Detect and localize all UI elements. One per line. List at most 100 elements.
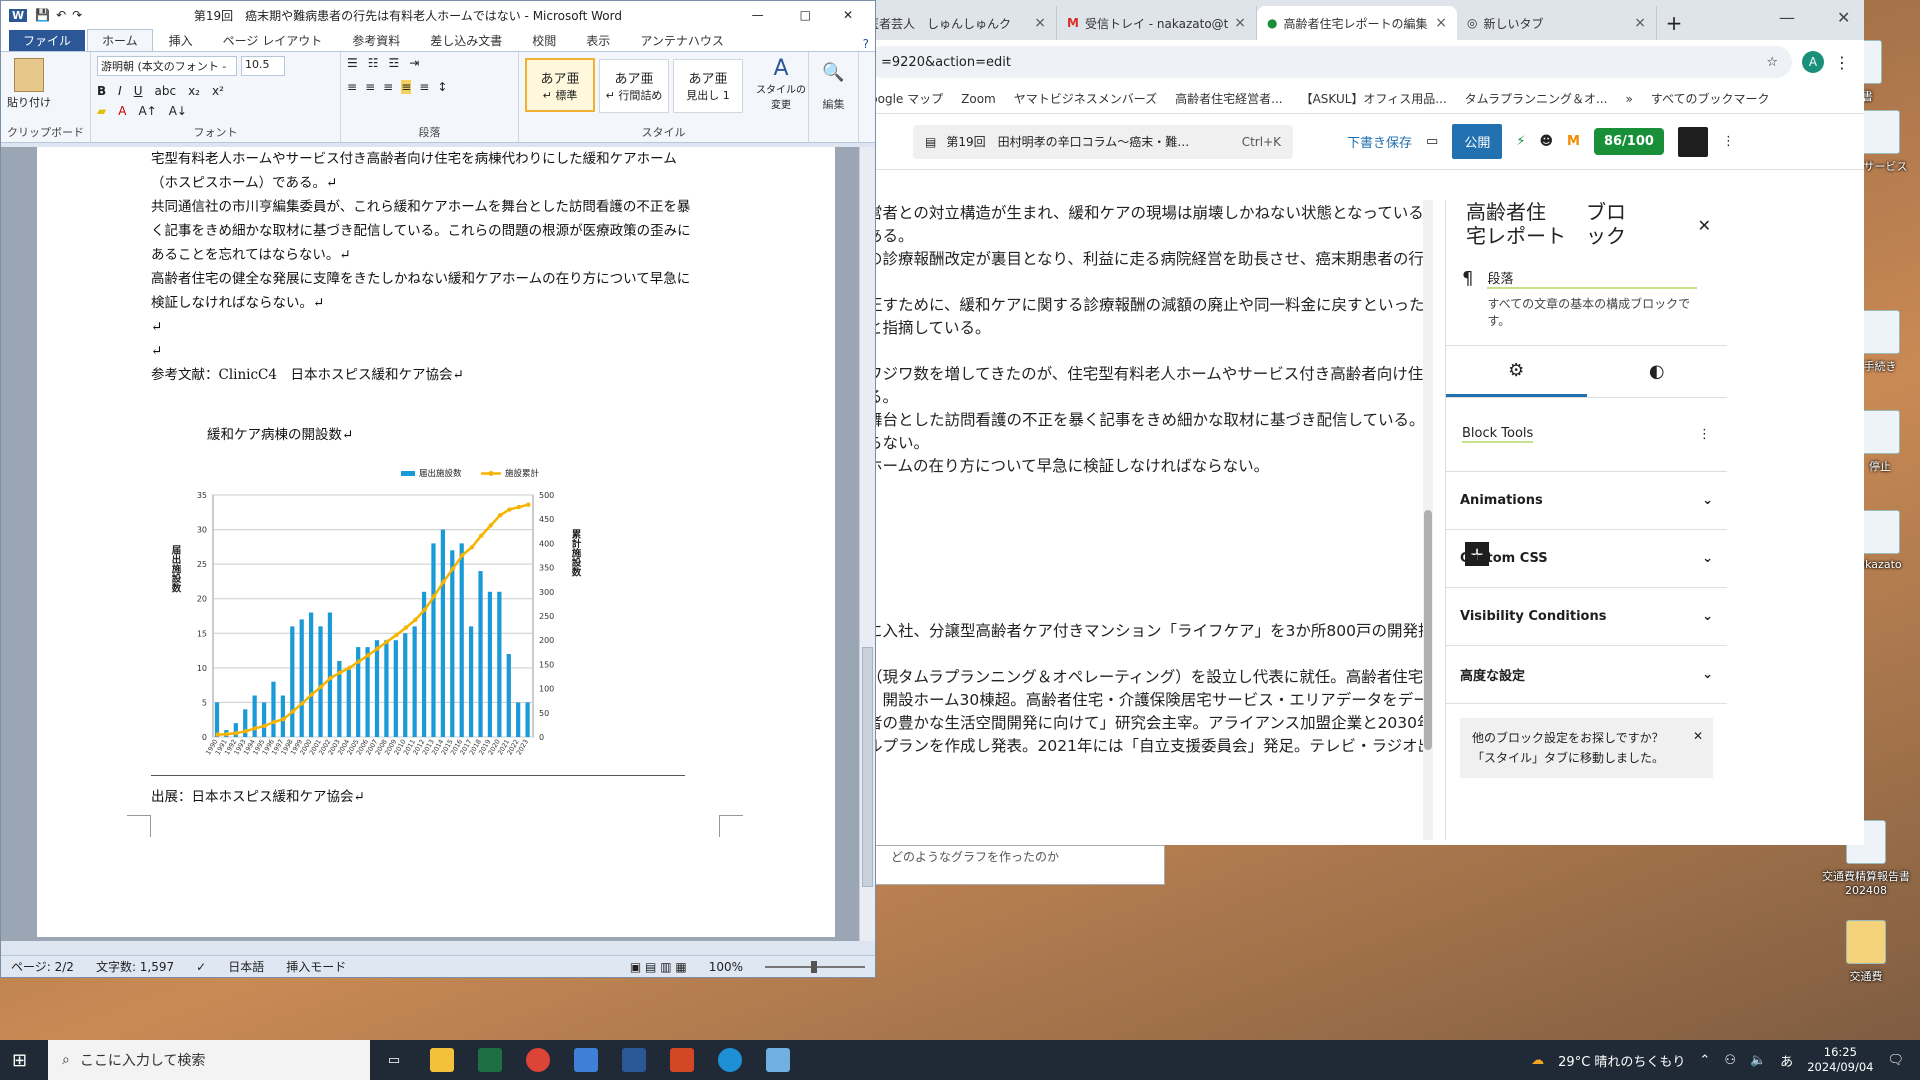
zoom-slider[interactable] bbox=[765, 960, 865, 973]
grow-font-icon[interactable]: A↑ bbox=[138, 104, 156, 118]
text-line[interactable]: と指摘している。 bbox=[867, 317, 1433, 340]
font-size-select[interactable]: 10.5 bbox=[241, 56, 285, 76]
multilevel-list-icon[interactable]: ☲ bbox=[389, 56, 400, 70]
bold-button[interactable]: B bbox=[97, 84, 106, 98]
plugin-m-icon[interactable]: M bbox=[1567, 134, 1580, 149]
edge-icon[interactable] bbox=[706, 1040, 754, 1080]
text-line[interactable]: あることを忘れてはならない。↵ bbox=[151, 243, 751, 267]
indent-icon[interactable]: ⇥ bbox=[409, 56, 419, 70]
close-icon[interactable]: ✕ bbox=[1698, 214, 1711, 238]
close-icon[interactable]: × bbox=[1634, 15, 1646, 31]
text-line[interactable]: 参考文献：ClinicC4 日本ホスピス緩和ケア協会↵ bbox=[151, 363, 751, 387]
text-line[interactable]: ホームの在り方について早急に検証しなければならない。 bbox=[867, 455, 1433, 478]
text-line[interactable]: （現タムラプランニング＆オペレーティング）を設立し代表に就任。高齢者住宅開 bbox=[867, 666, 1433, 689]
insert-mode[interactable]: 挿入モード bbox=[286, 958, 346, 975]
star-icon[interactable]: ☆ bbox=[1766, 55, 1778, 70]
text-line[interactable]: 宅型有料老人ホームやサービス付き高齢者向け住宅を病棟代わりにした緩和ケアホーム bbox=[151, 147, 751, 171]
text-line[interactable]: 者の豊かな生活空間開発に向けて」研究会主宰。アライアンス加盟企業と2030年の bbox=[867, 712, 1433, 735]
close-icon[interactable]: × bbox=[1435, 15, 1447, 31]
text-line[interactable]: ↵ bbox=[151, 315, 751, 339]
tab-references[interactable]: 参考資料 bbox=[338, 30, 414, 51]
tab-view[interactable]: 表示 bbox=[572, 30, 624, 51]
weather[interactable]: 29°C 晴れのちくもり bbox=[1558, 1051, 1685, 1070]
text-line[interactable]: 高齢者住宅の健全な発展に支障をきたしかねない緩和ケアホームの在り方について早急に bbox=[151, 267, 751, 291]
network-icon[interactable]: ⚇ bbox=[1724, 1053, 1736, 1068]
chart[interactable]: 0510152025303505010015020025030035040045… bbox=[153, 455, 673, 755]
bookmark[interactable]: 【ASKUL】オフィス用品... bbox=[1301, 90, 1447, 107]
word-count[interactable]: 文字数: 1,597 bbox=[96, 958, 174, 975]
options-icon[interactable]: ⋮ bbox=[1722, 134, 1735, 149]
find-icon[interactable]: 🔍 bbox=[815, 62, 852, 83]
strikethrough-button[interactable]: abc bbox=[155, 84, 177, 98]
tab-antenna[interactable]: アンテナハウス bbox=[626, 30, 738, 51]
browser-tab-active[interactable]: ● 高齢者住宅レポートの編集 × bbox=[1257, 6, 1457, 40]
zoom-level[interactable]: 100% bbox=[709, 960, 743, 974]
outlook-icon[interactable] bbox=[562, 1040, 610, 1080]
maximize-icon[interactable]: □ bbox=[800, 8, 811, 22]
task-view-icon[interactable]: ▭ bbox=[370, 1040, 418, 1080]
text-line[interactable]: 検証しなければならない。↵ bbox=[151, 291, 751, 315]
text-line[interactable]: 。開設ホーム30棟超。高齢者住宅・介護保険居宅サービス・エリアデータをデータベ bbox=[867, 689, 1433, 712]
browser-window[interactable]: 医者芸人 しゅんしゅんク × M 受信トレイ - nakazato@ta × ● 高… bbox=[852, 0, 1864, 845]
help-icon[interactable]: ? bbox=[863, 37, 869, 51]
tab-home[interactable]: ホーム bbox=[87, 29, 153, 51]
text-line[interactable]: らない。 bbox=[867, 432, 1433, 455]
settings-sidebar-toggle[interactable] bbox=[1677, 126, 1708, 157]
text-line[interactable]: （ホスピスホーム）である。↵ bbox=[151, 171, 751, 195]
bookmark[interactable]: タムラプランニング＆オ... bbox=[1465, 90, 1608, 107]
text-line[interactable]: 営者との対立構造が生まれ、緩和ケアの現場は崩壊しかねない状態となっている。 bbox=[867, 202, 1433, 225]
language[interactable]: 日本語 bbox=[228, 958, 264, 975]
volume-icon[interactable]: 🔈 bbox=[1750, 1053, 1766, 1068]
highlight-icon[interactable]: ▰ bbox=[97, 104, 106, 118]
panel-visibility[interactable]: Visibility Conditions ⌄ bbox=[1446, 588, 1727, 646]
desktop-icon[interactable]: 交通費 bbox=[1826, 920, 1906, 984]
tab-page-layout[interactable]: ページ レイアウト bbox=[209, 30, 337, 51]
bookmark[interactable]: 高齢者住宅経営者... bbox=[1175, 90, 1282, 107]
seo-score-badge[interactable]: 86/100 bbox=[1593, 128, 1664, 155]
bullet-list-icon[interactable]: ☰ bbox=[347, 56, 358, 70]
chrome-icon[interactable] bbox=[514, 1040, 562, 1080]
options-icon[interactable]: ⋮ bbox=[1698, 427, 1711, 442]
powerpoint-icon[interactable] bbox=[658, 1040, 706, 1080]
undo-icon[interactable]: ↶ bbox=[56, 8, 66, 22]
ime-indicator[interactable]: あ bbox=[1780, 1051, 1793, 1070]
chevron-up-icon[interactable]: ⌃ bbox=[1699, 1053, 1710, 1068]
tab-review[interactable]: 校閲 bbox=[518, 30, 570, 51]
text-line[interactable]: ある。 bbox=[867, 225, 1433, 248]
jetpack-icon[interactable]: ⚡ bbox=[1516, 134, 1525, 149]
italic-button[interactable]: I bbox=[118, 84, 122, 98]
paste-button[interactable]: 貼り付け bbox=[7, 58, 51, 110]
text-line[interactable]: る。 bbox=[867, 386, 1433, 409]
line-spacing-icon[interactable]: ↕ bbox=[437, 80, 447, 94]
text-line[interactable]: に入社、分譲型高齢者ケア付きマンション「ライフケア」を3か所800戸の開発担当 bbox=[867, 620, 1433, 643]
panel-advanced[interactable]: 高度な設定 ⌄ bbox=[1446, 646, 1727, 704]
start-button[interactable]: ⊞ bbox=[12, 1050, 27, 1071]
word-window[interactable]: W 💾 ↶ ↷ 第19回 癌末期や難病患者の行先は有料老人ホームではない - M… bbox=[0, 0, 876, 978]
settings-tab[interactable]: ⚙ bbox=[1446, 346, 1587, 397]
style-normal[interactable]: あア亜 ↵ 標準 bbox=[525, 58, 595, 112]
text-line[interactable]: ルプランを作成し発表。2021年には「自立支援委員会」発足。テレビ・ラジオ出演 bbox=[867, 735, 1433, 758]
background-window[interactable]: どのようなグラフを作ったのか bbox=[860, 845, 1165, 885]
underline-button[interactable]: U bbox=[134, 84, 143, 98]
text-line[interactable]: ワジワ数を増してきたのが、住宅型有料老人ホームやサービス付き高齢者向け住宅を bbox=[867, 363, 1433, 386]
redo-icon[interactable]: ↷ bbox=[72, 8, 82, 22]
text-line[interactable] bbox=[867, 271, 1433, 294]
font-color-icon[interactable]: A bbox=[118, 104, 126, 118]
close-window-icon[interactable]: ✕ bbox=[843, 8, 853, 22]
align-left-icon[interactable]: ≡ bbox=[347, 80, 357, 94]
text-line[interactable]: 舞台とした訪問看護の不正を暴く記事をきめ細かな取材に基づき配信している。これ bbox=[867, 409, 1433, 432]
page-count[interactable]: ページ: 2/2 bbox=[11, 958, 74, 975]
browser-tab[interactable]: M 受信トレイ - nakazato@ta × bbox=[1057, 6, 1257, 40]
profile-avatar[interactable]: A bbox=[1802, 51, 1824, 73]
text-line[interactable]: 正すために、緩和ケアに関する診療報酬の減額の廃止や同一料金に戻すといった改善 bbox=[867, 294, 1433, 317]
publish-button[interactable]: 公開 bbox=[1452, 124, 1503, 159]
change-styles-button[interactable]: A スタイルの変更 bbox=[756, 56, 806, 111]
close-window-icon[interactable]: ✕ bbox=[1837, 8, 1850, 27]
align-right-icon[interactable]: ≡ bbox=[383, 80, 393, 94]
document-text[interactable]: 宅型有料老人ホームやサービス付き高齢者向け住宅を病棟代わりにした緩和ケアホーム（… bbox=[151, 147, 751, 387]
style-no-spacing[interactable]: あア亜 ↵ 行間詰め bbox=[599, 59, 669, 113]
document-title-bar[interactable]: ▤ 第19回 田村明孝の辛口コラム〜癌末・難… Ctrl+K bbox=[913, 124, 1293, 159]
text-line[interactable]: の診療報酬改定が裏目となり、利益に走る病院経営を助長させ、癌末期患者の行き場 bbox=[867, 248, 1433, 271]
text-line[interactable]: 共同通信社の市川亨編集委員が、これら緩和ケアホームを舞台とした訪問看護の不正を暴 bbox=[151, 195, 751, 219]
panel-custom-css[interactable]: Custom CSS ⌄ bbox=[1446, 530, 1727, 588]
